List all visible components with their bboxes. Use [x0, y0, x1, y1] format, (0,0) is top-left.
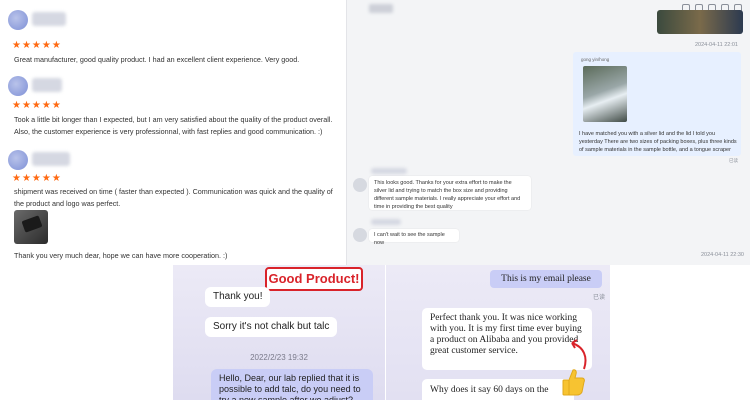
good-product-badge: Good Product!: [265, 267, 363, 291]
outgoing-message: This is my email please: [490, 270, 602, 288]
message-timestamp: 2024-04-11 22:01: [694, 42, 738, 48]
shared-image-thumbnail[interactable]: [657, 10, 743, 34]
outgoing-message: gong yin/hong I have matched you with a …: [573, 52, 741, 156]
chat-panel: 2024-04-11 22:01 gong yin/hong I have ma…: [346, 0, 750, 265]
outgoing-message: Hello, Dear, our lab replied that it is …: [211, 369, 373, 400]
incoming-message: This looks good. Thanks for your extra e…: [369, 176, 531, 210]
star-rating: ★★★★★: [12, 100, 62, 111]
avatar: [353, 228, 367, 242]
blurred-name: [32, 78, 62, 92]
avatar: [8, 76, 28, 96]
incoming-message: Sorry it's not chalk but talc: [205, 317, 338, 337]
incoming-message: Why does it say 60 days on the: [422, 379, 574, 400]
blurred-sender-name: [371, 168, 407, 174]
read-status: 已读: [729, 158, 738, 163]
sender-label: gong yin/hong: [581, 57, 610, 62]
avatar: [8, 10, 28, 30]
message-timestamp: 2024-04-11 22:30: [700, 252, 744, 258]
mobile-chat-1: Good Product! Thank you! Sorry it's not …: [173, 265, 385, 400]
blurred-sender-name: [371, 219, 401, 225]
red-arrow-icon: [571, 339, 587, 370]
incoming-message: I can't wait to see the sample now: [369, 229, 459, 246]
mobile-chat-2: This is my email please 已读 Perfect thank…: [386, 265, 610, 400]
avatar: [353, 178, 367, 192]
review-text: Took a little bit longer than I expected…: [14, 115, 333, 136]
seller-reply-text: Thank you very much dear, hope we can ha…: [14, 251, 228, 260]
reviews-panel: ★★★★★ Great manufacturer, good quality p…: [0, 0, 345, 265]
blurred-name: [32, 152, 70, 166]
blurred-contact-name: [369, 4, 393, 13]
product-photo[interactable]: [583, 66, 627, 122]
review-text: Great manufacturer, good quality product…: [14, 55, 300, 64]
read-status: 已读: [593, 295, 606, 301]
review-text: shipment was received on time ( faster t…: [14, 187, 333, 208]
blurred-name: [32, 12, 66, 26]
avatar: [8, 150, 28, 170]
message-text: I have matched you with a silver lid and…: [579, 131, 737, 153]
star-rating: ★★★★★: [12, 40, 62, 51]
review-photo[interactable]: [14, 210, 48, 244]
star-rating: ★★★★★: [12, 173, 62, 184]
message-timestamp: 2022/2/23 19:32: [250, 353, 308, 362]
thumbs-up-icon: [562, 369, 585, 396]
incoming-message: Thank you!: [205, 287, 271, 307]
